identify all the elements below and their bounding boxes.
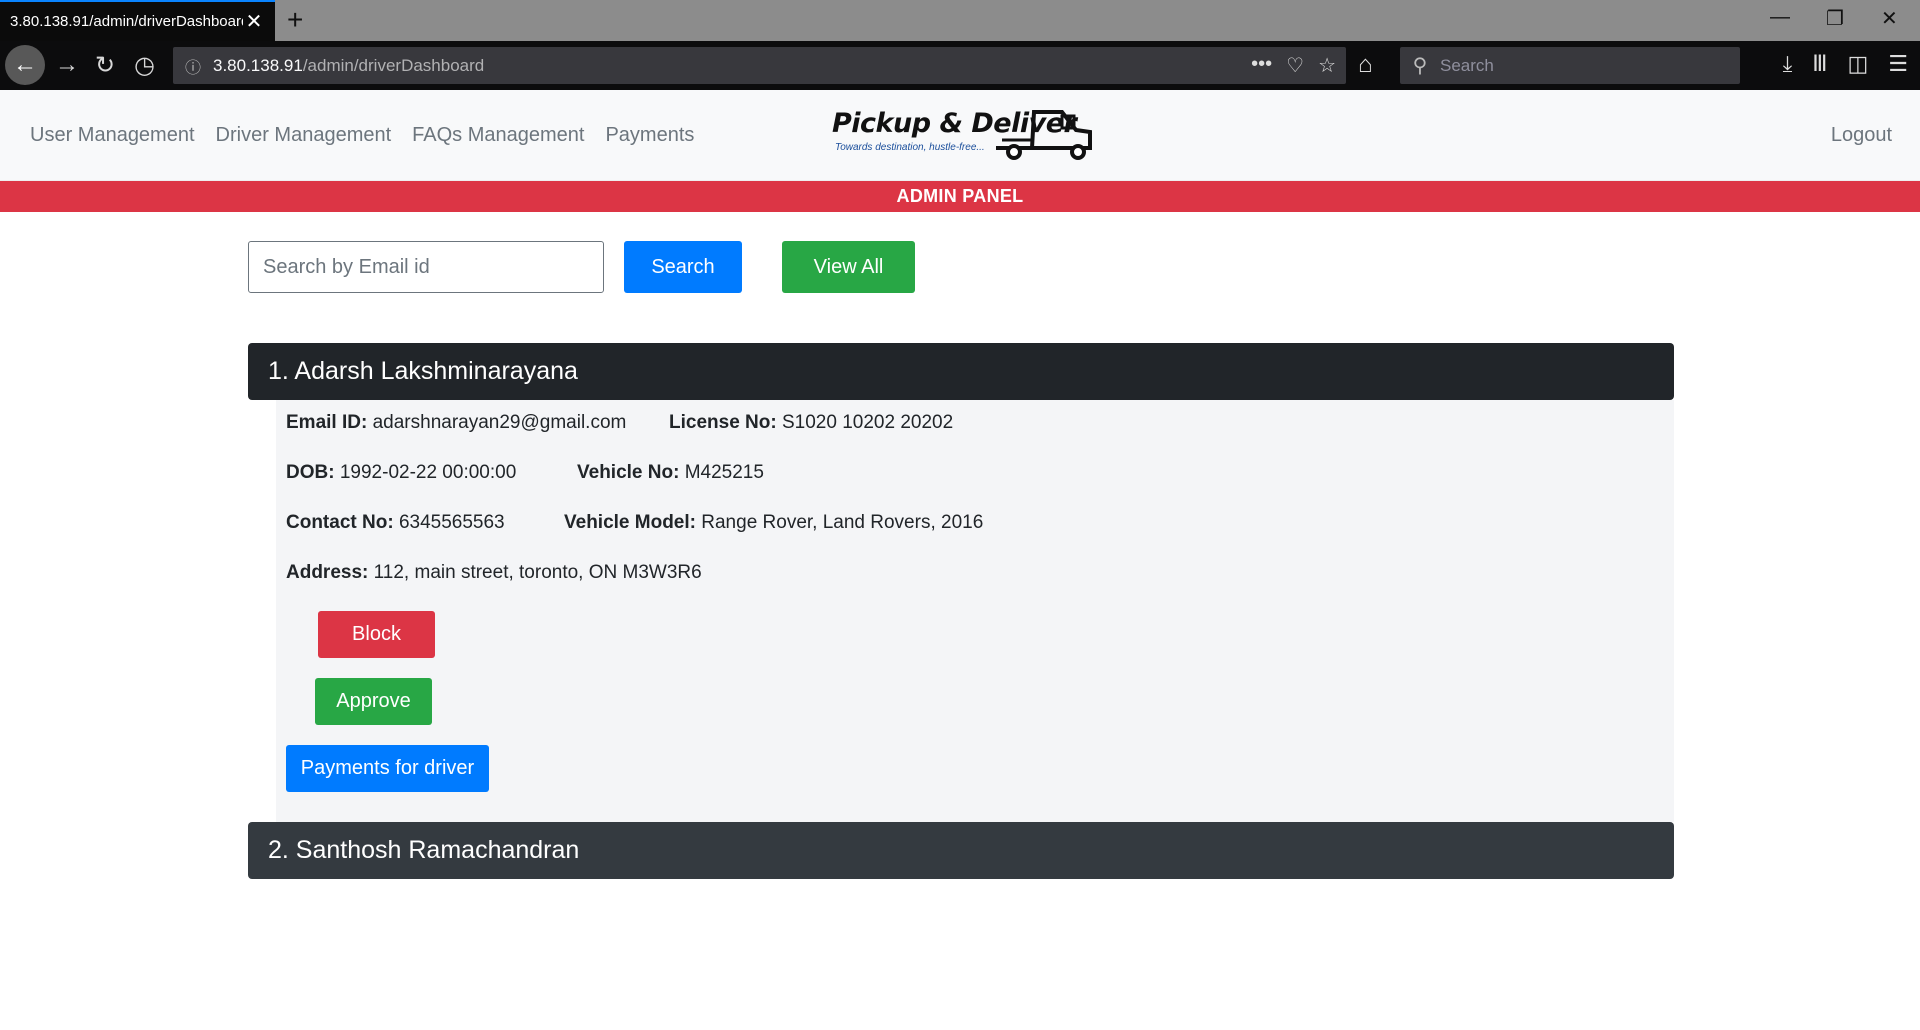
- site-navbar: User Management Driver Management FAQs M…: [0, 90, 1920, 181]
- url-actions: ••• ♡ ☆: [1251, 53, 1336, 78]
- license-detail: License No: S1020 10202 20202: [669, 412, 953, 434]
- restore-icon[interactable]: ❐: [1826, 6, 1844, 31]
- email-value: adarshnarayan29@gmail.com: [372, 412, 627, 433]
- browser-search-input[interactable]: ⚲ Search: [1400, 47, 1740, 84]
- reload-icon[interactable]: ↻: [95, 51, 115, 80]
- browser-tab[interactable]: 3.80.138.91/admin/driverDashboard ✕: [0, 0, 275, 41]
- search-icon: ⚲: [1412, 55, 1428, 77]
- payments-for-driver-button[interactable]: Payments for driver: [286, 745, 489, 792]
- sidebar-icon[interactable]: ◫: [1847, 51, 1868, 77]
- email-detail: Email ID: adarshnarayan29@gmail.com: [286, 412, 626, 434]
- license-label: License No:: [669, 412, 777, 433]
- url-bar[interactable]: ⓘ 3.80.138.91/admin/driverDashboard ••• …: [173, 47, 1346, 84]
- minimize-icon[interactable]: —: [1770, 6, 1790, 29]
- vehicle-model-label: Vehicle Model:: [564, 512, 696, 533]
- vehicle-no-detail: Vehicle No: M425215: [577, 462, 764, 484]
- contact-detail: Contact No: 6345565563: [286, 512, 505, 534]
- tab-title: 3.80.138.91/admin/driverDashboard: [10, 13, 243, 30]
- driver-card-header[interactable]: 2. Santhosh Ramachandran: [248, 822, 1674, 879]
- browser-search-placeholder: Search: [1440, 55, 1494, 75]
- dob-detail: DOB: 1992-02-22 00:00:00: [286, 462, 516, 484]
- approve-button[interactable]: Approve: [315, 678, 432, 725]
- nav-payments[interactable]: Payments: [605, 124, 694, 147]
- dob-label: DOB:: [286, 462, 335, 483]
- download-icon[interactable]: ⤓: [1783, 51, 1793, 77]
- logo-tagline: Towards destination, hustle-free...: [835, 142, 985, 153]
- url-path: /admin/driverDashboard: [302, 55, 485, 75]
- contact-value: 6345565563: [398, 512, 505, 533]
- menu-icon[interactable]: ☰: [1888, 51, 1908, 77]
- vehicle-model-detail: Vehicle Model: Range Rover, Land Rovers,…: [564, 512, 983, 534]
- nav-links: User Management Driver Management FAQs M…: [30, 90, 694, 180]
- logo[interactable]: Pickup & Deliver Towards destination, hu…: [832, 104, 1100, 166]
- library-icon[interactable]: Ⅲ: [1812, 51, 1827, 77]
- driver-card-header[interactable]: 1. Adarsh Lakshminarayana: [248, 343, 1674, 400]
- truck-icon: [996, 110, 1092, 160]
- nav-user-management[interactable]: User Management: [30, 124, 195, 147]
- browser-tab-bar: 3.80.138.91/admin/driverDashboard ✕ + — …: [0, 0, 1920, 41]
- admin-panel-banner: ADMIN PANEL: [0, 181, 1920, 212]
- close-tab-icon[interactable]: ✕: [243, 9, 265, 34]
- email-label: Email ID:: [286, 412, 368, 433]
- address-detail: Address: 112, main street, toronto, ON M…: [286, 562, 702, 584]
- home-icon[interactable]: ⌂: [1358, 51, 1373, 79]
- address-value: 112, main street, toronto, ON M3W3R6: [373, 562, 702, 583]
- block-button[interactable]: Block: [318, 611, 435, 658]
- logout-link[interactable]: Logout: [1831, 90, 1892, 180]
- bookmark-star-icon[interactable]: ☆: [1318, 53, 1336, 78]
- vehicle-no-label: Vehicle No:: [577, 462, 680, 483]
- new-tab-icon[interactable]: +: [287, 6, 303, 34]
- nav-faqs-management[interactable]: FAQs Management: [412, 124, 584, 147]
- url-host: 3.80.138.91: [213, 55, 303, 75]
- dob-value: 1992-02-22 00:00:00: [339, 462, 517, 483]
- history-icon[interactable]: ◷: [134, 51, 155, 80]
- forward-icon[interactable]: →: [55, 51, 79, 79]
- nav-driver-management[interactable]: Driver Management: [216, 124, 392, 147]
- vehicle-model-value: Range Rover, Land Rovers, 2016: [701, 512, 984, 533]
- info-icon[interactable]: ⓘ: [173, 54, 213, 78]
- page-actions-icon[interactable]: •••: [1251, 53, 1272, 78]
- browser-right-tools: ⤓ Ⅲ ◫ ☰: [1783, 51, 1908, 77]
- license-value: S1020 10202 20202: [781, 412, 954, 433]
- pocket-icon[interactable]: ♡: [1286, 53, 1304, 78]
- close-window-icon[interactable]: ✕: [1881, 6, 1898, 31]
- address-label: Address:: [286, 562, 369, 583]
- vehicle-no-value: M425215: [684, 462, 764, 483]
- back-icon[interactable]: ←: [5, 45, 45, 85]
- browser-toolbar: ← → ↻ ◷ ⓘ 3.80.138.91/admin/driverDashbo…: [0, 41, 1920, 90]
- contact-label: Contact No:: [286, 512, 394, 533]
